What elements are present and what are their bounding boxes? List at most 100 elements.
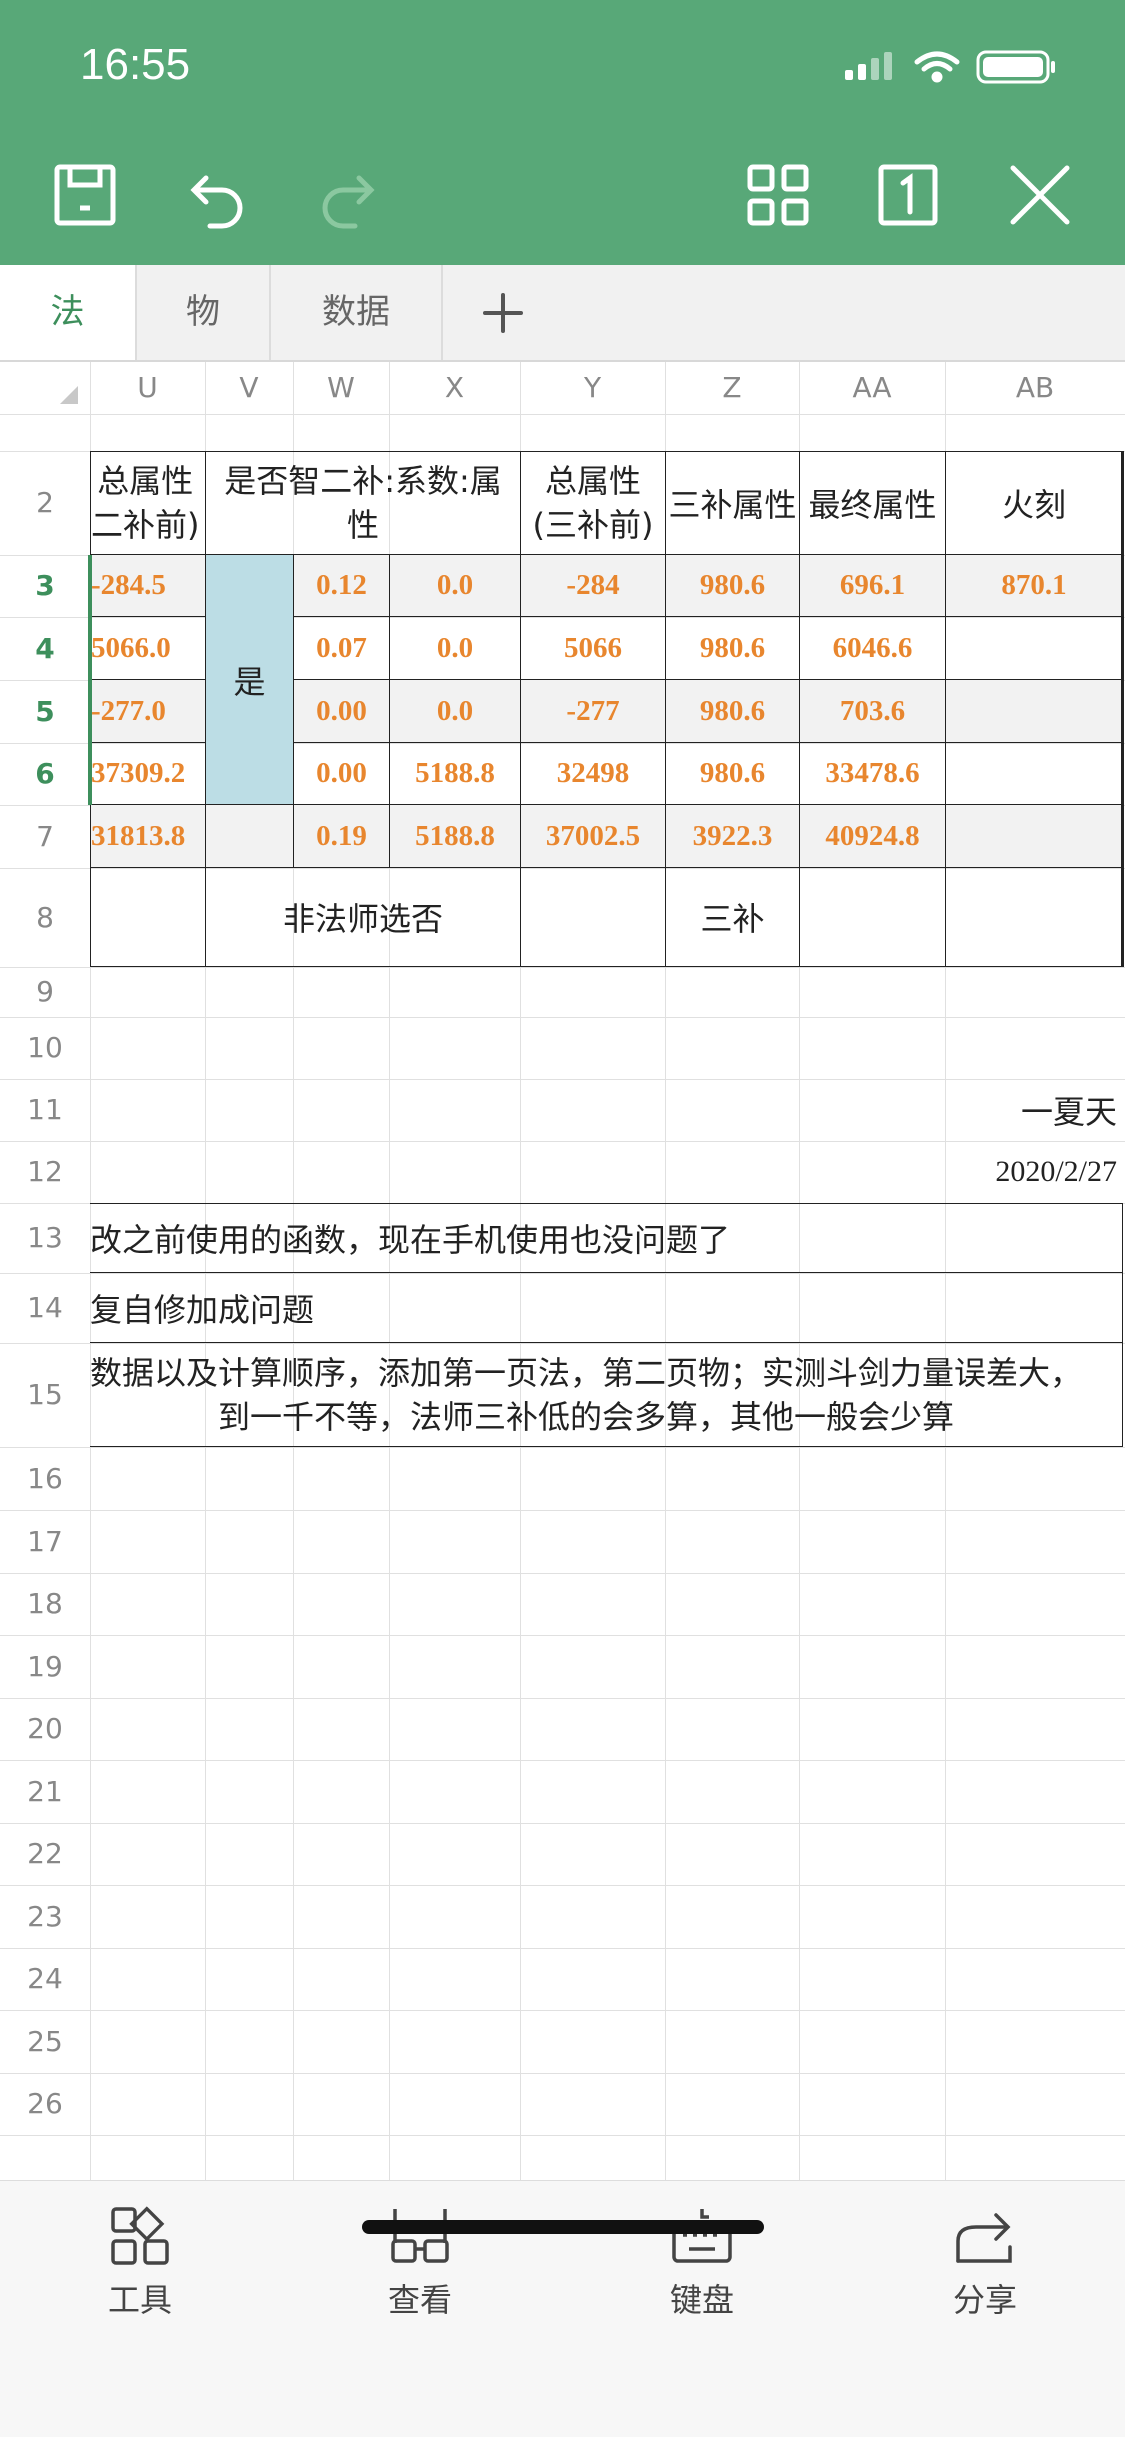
cell-y7[interactable]: 37002.5 bbox=[520, 805, 665, 868]
redo-button[interactable] bbox=[305, 150, 395, 240]
row-header[interactable]: 26 bbox=[0, 2073, 90, 2135]
select-all-corner[interactable] bbox=[0, 362, 90, 414]
cell-y5[interactable]: -277 bbox=[520, 680, 665, 743]
row-header[interactable]: 8 bbox=[0, 868, 90, 967]
cell-u4[interactable]: 5066.0 bbox=[90, 617, 205, 680]
col-header-aa[interactable]: AA bbox=[799, 362, 945, 414]
row-header[interactable]: 20 bbox=[0, 1698, 90, 1760]
share-button[interactable]: 分享 bbox=[905, 2203, 1065, 2321]
cell-ab7[interactable] bbox=[945, 805, 1123, 868]
cell-z3[interactable]: 980.6 bbox=[665, 555, 799, 617]
close-button[interactable] bbox=[995, 150, 1085, 240]
row-header[interactable]: 22 bbox=[0, 1823, 90, 1885]
cell-ab6[interactable] bbox=[945, 743, 1123, 805]
cell-y8[interactable] bbox=[520, 868, 665, 967]
row-header[interactable]: 11 bbox=[0, 1079, 90, 1141]
row-header[interactable]: 10 bbox=[0, 1017, 90, 1079]
row-header[interactable]: 21 bbox=[0, 1760, 90, 1823]
row-header[interactable]: 6 bbox=[0, 743, 90, 805]
row-header[interactable]: 14 bbox=[0, 1273, 90, 1343]
tab-fa[interactable]: 法 bbox=[0, 265, 137, 360]
cell-w7[interactable]: 0.19 bbox=[293, 805, 389, 868]
tab-wu[interactable]: 物 bbox=[137, 265, 271, 360]
undo-button[interactable] bbox=[170, 150, 260, 240]
cell-x7[interactable]: 5188.8 bbox=[389, 805, 520, 868]
tools-button[interactable]: 工具 bbox=[60, 2203, 220, 2321]
cell-u14-note[interactable]: 数据以及计算顺序，添加第一页法，第二页物；实测斗剑力量误差大， 到一千不等，法师… bbox=[90, 1343, 1123, 1447]
col-header-x[interactable]: X bbox=[389, 362, 520, 414]
cell-aa7[interactable]: 40924.8 bbox=[799, 805, 945, 868]
cell-aa5[interactable]: 703.6 bbox=[799, 680, 945, 743]
cell-ab8[interactable] bbox=[945, 868, 1123, 967]
col-header-y[interactable]: Y bbox=[520, 362, 665, 414]
row-header[interactable]: 25 bbox=[0, 2010, 90, 2073]
cell-ab5[interactable] bbox=[945, 680, 1123, 743]
cell-x3[interactable]: 0.0 bbox=[389, 555, 520, 617]
cell-aa2[interactable]: 最终属性 bbox=[799, 451, 945, 555]
cell-z6[interactable]: 980.6 bbox=[665, 743, 799, 805]
cell-w3[interactable]: 0.12 bbox=[293, 555, 389, 617]
cell-ab10[interactable]: 一夏天 bbox=[665, 1079, 1123, 1141]
tab-data[interactable]: 数据 bbox=[271, 265, 443, 360]
cell-y6[interactable]: 32498 bbox=[520, 743, 665, 805]
cell-aa6[interactable]: 33478.6 bbox=[799, 743, 945, 805]
cell-aa4[interactable]: 6046.6 bbox=[799, 617, 945, 680]
cell-w4[interactable]: 0.07 bbox=[293, 617, 389, 680]
cell-y3[interactable]: -284 bbox=[520, 555, 665, 617]
cell-z5[interactable]: 980.6 bbox=[665, 680, 799, 743]
cell-v2-merged[interactable]: 是否智二补:系数:属性 bbox=[205, 451, 520, 555]
col-header-z[interactable]: Z bbox=[665, 362, 799, 414]
cell-w6[interactable]: 0.00 bbox=[293, 743, 389, 805]
cell-ab3[interactable]: 870.1 bbox=[945, 555, 1123, 617]
row-header[interactable]: 2 bbox=[0, 451, 90, 555]
cell-x5[interactable]: 0.0 bbox=[389, 680, 520, 743]
add-sheet-button[interactable] bbox=[443, 265, 563, 360]
cell-aa3[interactable]: 696.1 bbox=[799, 555, 945, 617]
cell-aa8[interactable] bbox=[799, 868, 945, 967]
cell-u8[interactable] bbox=[90, 868, 205, 967]
cell-z8[interactable]: 三补 bbox=[665, 868, 799, 967]
cell-ab2[interactable]: 火刻 bbox=[945, 451, 1123, 555]
cell-z4[interactable]: 980.6 bbox=[665, 617, 799, 680]
cell-u5[interactable]: -277.0 bbox=[90, 680, 205, 743]
row-header[interactable]: 18 bbox=[0, 1573, 90, 1635]
col-header-w[interactable]: W bbox=[293, 362, 389, 414]
row-header[interactable]: 9 bbox=[0, 967, 90, 1017]
cell-v3-merged[interactable]: 是 bbox=[205, 555, 293, 805]
row-header[interactable]: 3 bbox=[0, 555, 90, 617]
cell-y4[interactable]: 5066 bbox=[520, 617, 665, 680]
cell-w5[interactable]: 0.00 bbox=[293, 680, 389, 743]
row-header[interactable]: 23 bbox=[0, 1885, 90, 1948]
grid-view-button[interactable] bbox=[733, 150, 823, 240]
cell-u3[interactable]: -284.5 bbox=[90, 555, 205, 617]
save-button[interactable] bbox=[40, 150, 130, 240]
cell-x6[interactable]: 5188.8 bbox=[389, 743, 520, 805]
row-header[interactable]: 4 bbox=[0, 617, 90, 680]
row-header[interactable]: 15 bbox=[0, 1343, 90, 1447]
cell-x4[interactable]: 0.0 bbox=[389, 617, 520, 680]
spreadsheet-grid[interactable]: U V W X Y Z AA AB 2 3 4 5 6 7 8 9 10 11 12 13 14 15 16… bbox=[0, 362, 1125, 2182]
row-header[interactable]: 16 bbox=[0, 1447, 90, 1510]
cell-u12-note[interactable]: 改之前使用的函数，现在手机使用也没问题了 bbox=[90, 1203, 1123, 1273]
cell-ab11[interactable]: 2020/2/27 bbox=[665, 1141, 1123, 1203]
cell-v8-merged[interactable]: 非法师选否 bbox=[205, 868, 520, 967]
row-header[interactable]: 17 bbox=[0, 1510, 90, 1573]
col-header-v[interactable]: V bbox=[205, 362, 293, 414]
cell-ab4[interactable] bbox=[945, 617, 1123, 680]
row-header[interactable]: 12 bbox=[0, 1141, 90, 1203]
col-header-ab[interactable]: AB bbox=[945, 362, 1125, 414]
cell-u6[interactable]: 37309.2 bbox=[90, 743, 205, 805]
cell-u7[interactable]: 31813.8 bbox=[90, 805, 205, 868]
row-header[interactable]: 19 bbox=[0, 1635, 90, 1698]
cell-u2[interactable]: 总属性 二补前) bbox=[90, 451, 205, 555]
page-count-button[interactable] bbox=[863, 150, 953, 240]
cell-v7[interactable] bbox=[205, 805, 293, 868]
cell-z7[interactable]: 3922.3 bbox=[665, 805, 799, 868]
row-header[interactable]: 7 bbox=[0, 805, 90, 868]
row-header[interactable]: 5 bbox=[0, 680, 90, 743]
cell-u13-note[interactable]: 复自修加成问题 bbox=[90, 1273, 1123, 1343]
cell-y2[interactable]: 总属性 (三补前) bbox=[520, 451, 665, 555]
row-header[interactable]: 24 bbox=[0, 1948, 90, 2010]
row-header[interactable]: 13 bbox=[0, 1203, 90, 1273]
col-header-u[interactable]: U bbox=[90, 362, 205, 414]
